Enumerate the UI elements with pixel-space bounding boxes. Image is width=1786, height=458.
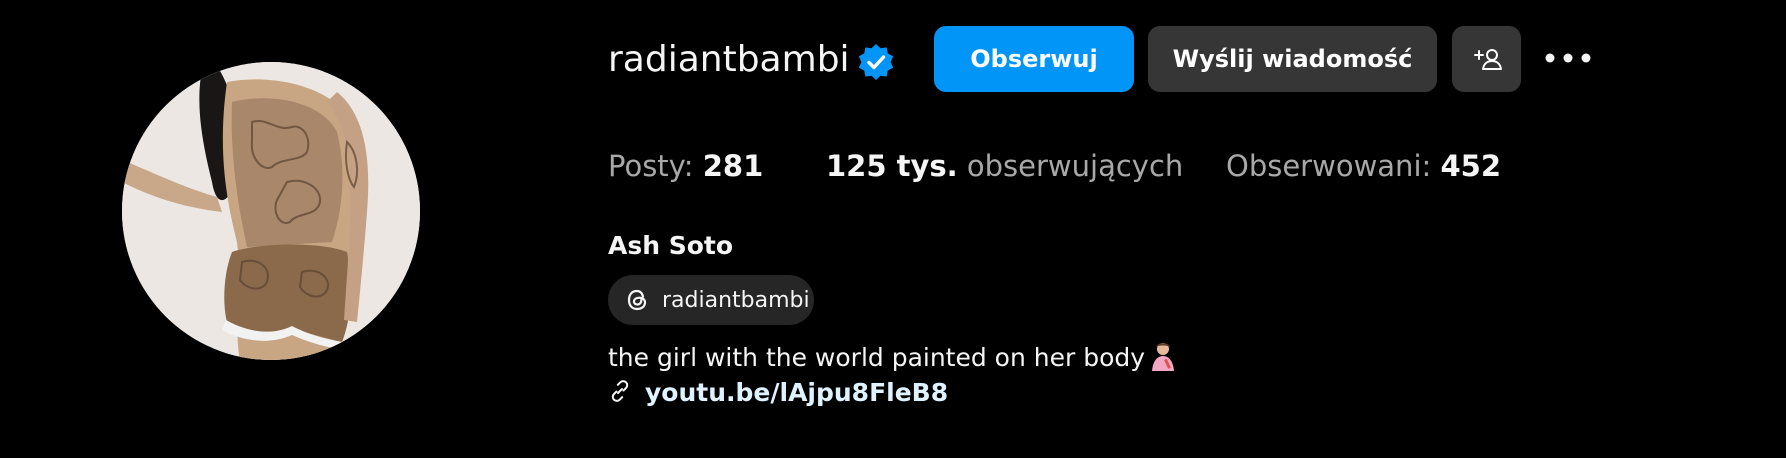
following-count[interactable]: Obserwowani: 452 — [1226, 146, 1501, 186]
threads-handle: radiantbambi — [662, 287, 810, 313]
add-person-icon — [1473, 49, 1502, 70]
followers-value: 125 tys. — [826, 149, 958, 183]
bio-text: the girl with the world painted on her b… — [608, 343, 1146, 372]
threads-icon — [627, 289, 647, 311]
avatar[interactable] — [122, 62, 420, 360]
bio-link[interactable]: youtu.be/lAjpu8FleB8 — [645, 375, 948, 411]
followers-label: obserwujących — [966, 149, 1184, 183]
more-options-icon[interactable] — [1542, 40, 1594, 76]
following-label: Obserwowani: — [1226, 149, 1432, 183]
posts-label: Posty: — [608, 149, 694, 183]
suggest-people-button[interactable] — [1452, 26, 1521, 92]
followers-count[interactable]: 125 tys. obserwujących — [826, 146, 1183, 186]
threads-badge[interactable]: radiantbambi — [608, 275, 814, 325]
posts-count: Posty: 281 — [608, 146, 763, 186]
message-button[interactable]: Wyślij wiadomość — [1148, 26, 1437, 92]
avatar-image — [122, 62, 420, 360]
artist-emoji — [1152, 343, 1174, 371]
verified-badge-icon — [858, 44, 894, 80]
link-icon — [611, 380, 629, 402]
follow-button[interactable]: Obserwuj — [934, 26, 1134, 92]
following-value: 452 — [1440, 149, 1502, 183]
profile-username: radiantbambi — [608, 39, 850, 80]
profile-full-name: Ash Soto — [608, 231, 734, 260]
posts-value: 281 — [702, 149, 764, 183]
